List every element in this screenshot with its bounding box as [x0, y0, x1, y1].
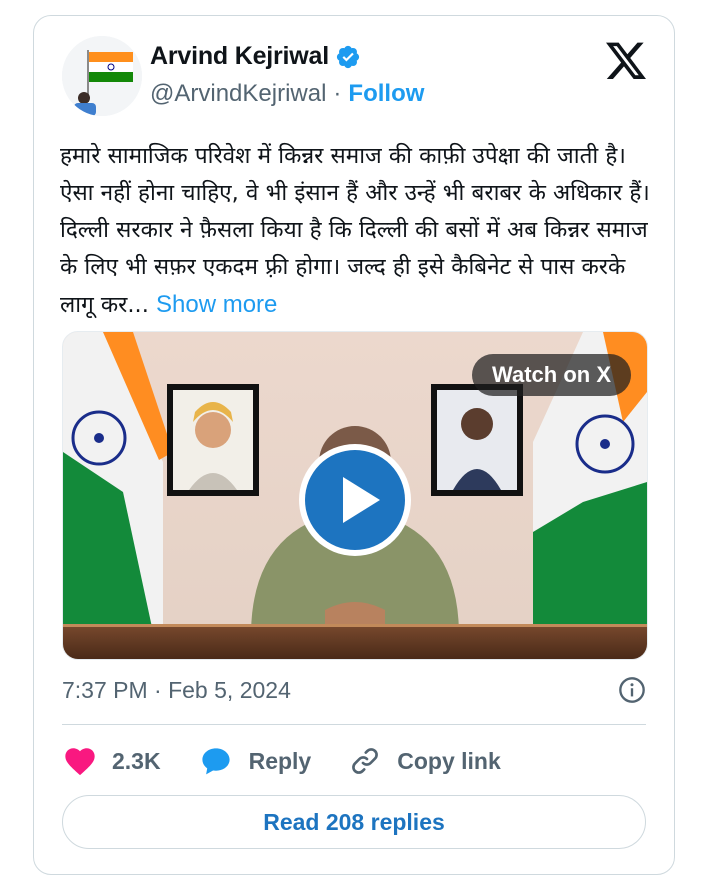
avatar[interactable]: [62, 36, 142, 116]
watch-on-x-button[interactable]: Watch on X: [472, 354, 631, 396]
heart-icon: [65, 748, 95, 776]
verified-badge-icon: [336, 45, 360, 68]
separator-dot: ·: [333, 80, 342, 107]
action-bar: 2.3K Reply Copy link: [64, 741, 539, 781]
x-logo-icon[interactable]: [606, 42, 646, 80]
follow-button[interactable]: Follow: [348, 80, 424, 108]
divider: [62, 724, 646, 725]
author-name[interactable]: Arvind Kejriwal: [150, 42, 329, 71]
reply-bubble-icon: [201, 748, 230, 775]
copy-link-button[interactable]: Copy link: [349, 745, 501, 777]
show-more-link[interactable]: Show more: [156, 291, 277, 318]
read-replies-button[interactable]: Read 208 replies: [62, 795, 646, 849]
video-thumbnail[interactable]: Watch on X: [62, 331, 648, 660]
tweet-body: हमारे सामाजिक परिवेश में किन्नर समाज की …: [60, 143, 650, 318]
copy-link-label: Copy link: [397, 747, 501, 774]
reply-label: Reply: [248, 747, 312, 774]
author-handle[interactable]: @ArvindKejriwal: [150, 80, 326, 108]
like-button[interactable]: 2.3K: [64, 746, 161, 776]
reply-button[interactable]: Reply: [199, 745, 312, 777]
tweet-card: Arvind Kejriwal @ArvindKejriwal · Follow…: [33, 15, 675, 875]
likes-count: 2.3K: [112, 747, 161, 774]
tweet-text: हमारे सामाजिक परिवेश में किन्नर समाज की …: [60, 138, 660, 324]
info-icon[interactable]: [618, 676, 646, 704]
link-icon: [352, 748, 379, 774]
play-icon[interactable]: [296, 441, 414, 559]
timestamp[interactable]: 7:37 PM · Feb 5, 2024: [62, 677, 291, 704]
